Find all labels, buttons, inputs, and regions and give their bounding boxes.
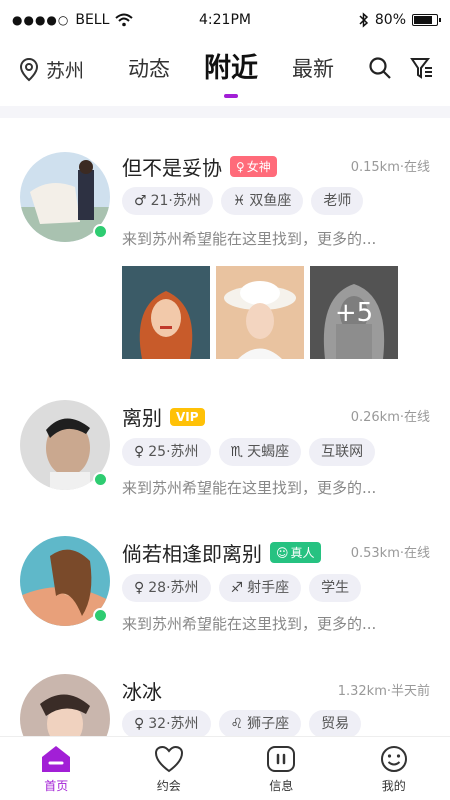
heart-icon xyxy=(154,745,183,773)
user-bio: 来到苏州希望能在这里找到，更多的... xyxy=(122,230,377,248)
user-bio: 来到苏州希望能在这里找到，更多的... xyxy=(122,479,377,497)
carrier: BELL xyxy=(75,12,110,28)
vip-badge: VIP xyxy=(170,407,205,426)
female-icon: ♀ xyxy=(134,444,145,460)
zodiac-tag: ♏ 天蝎座 xyxy=(218,438,302,466)
album-photo[interactable]: +5 xyxy=(310,266,398,359)
battery-percent: 80% xyxy=(374,12,406,28)
verified-badge: ☺ 真人 xyxy=(270,542,321,563)
tab-latest[interactable]: 最新 xyxy=(292,46,334,92)
goddess-icon: ♀ xyxy=(236,159,245,174)
top-header: 苏州 动态 附近 最新 xyxy=(0,40,450,100)
active-tab-indicator xyxy=(224,94,238,98)
battery-icon xyxy=(412,14,441,26)
user-name: 倘若相逢即离别 xyxy=(122,542,262,566)
nav-messages[interactable]: 信息 xyxy=(246,745,316,794)
tag-list: ♀ 25·苏州 ♏ 天蝎座 互联网 xyxy=(122,438,376,466)
nav-home[interactable]: 首页 xyxy=(21,745,91,794)
location-selector[interactable]: 苏州 xyxy=(20,56,84,83)
user-bio: 来到苏州希望能在这里找到，更多的... xyxy=(122,615,377,633)
more-photos-count[interactable]: +5 xyxy=(310,266,398,359)
message-icon xyxy=(267,746,296,772)
filter-icon[interactable] xyxy=(410,56,434,80)
male-icon: ♂ xyxy=(134,193,147,209)
smiley-icon xyxy=(380,746,407,772)
home-icon xyxy=(42,746,71,772)
bluetooth-icon xyxy=(359,12,368,28)
album-photo[interactable] xyxy=(122,266,210,359)
online-indicator xyxy=(93,472,108,487)
user-name: 离别 xyxy=(122,406,162,430)
distance-status: 1.32km·半天前 xyxy=(337,684,430,699)
tab-nearby[interactable]: 附近 xyxy=(204,46,258,98)
user-name: 冰冰 xyxy=(122,680,162,704)
album-photo[interactable] xyxy=(216,266,304,359)
age-city-tag: ♀ 28·苏州 xyxy=(122,574,211,602)
occupation-tag: 学生 xyxy=(309,574,362,602)
online-indicator xyxy=(93,608,108,623)
search-icon[interactable] xyxy=(368,56,392,80)
tag-list: ♀ 28·苏州 ♐ 射手座 学生 xyxy=(122,574,362,602)
online-indicator xyxy=(93,224,108,239)
age-city-tag: ♀ 25·苏州 xyxy=(122,438,211,466)
sagittarius-icon: ♐ xyxy=(230,580,244,596)
goddess-badge: ♀ 女神 xyxy=(230,156,277,177)
female-icon: ♀ xyxy=(134,716,145,732)
distance-status: 0.53km·在线 xyxy=(350,546,430,561)
nav-dating[interactable]: 约会 xyxy=(134,745,204,794)
location-label: 苏州 xyxy=(46,60,85,82)
photo-album: +5 xyxy=(122,266,398,359)
section-divider xyxy=(0,106,450,118)
zodiac-tag: ♌ 狮子座 xyxy=(218,710,302,738)
distance-status: 0.26km·在线 xyxy=(350,410,430,425)
occupation-tag: 互联网 xyxy=(309,438,376,466)
distance-status: 0.15km·在线 xyxy=(350,160,430,175)
zodiac-tag: ♐ 射手座 xyxy=(218,574,302,602)
location-pin-icon xyxy=(20,57,38,81)
status-bar: ●●●●○ BELL 4:21PM 80% xyxy=(0,0,450,40)
leo-icon: ♌ xyxy=(230,716,244,732)
scorpio-icon: ♏ xyxy=(230,444,244,460)
tag-list: ♂ 21·苏州 ♓ 双鱼座 老师 xyxy=(122,187,364,215)
user-name: 但不是妥协 xyxy=(122,156,222,180)
wifi-icon xyxy=(115,13,134,27)
feed-tabs: 动态 附近 最新 xyxy=(128,46,334,98)
pisces-icon: ♓ xyxy=(232,193,246,209)
occupation-tag: 贸易 xyxy=(309,710,362,738)
signal-icon: ●●●●○ xyxy=(12,13,70,27)
bottom-nav: 首页 约会 信息 我的 xyxy=(0,736,450,800)
battery-level xyxy=(414,16,432,24)
tag-list: ♀ 32·苏州 ♌ 狮子座 贸易 xyxy=(122,710,362,738)
zodiac-tag: ♓ 双鱼座 xyxy=(220,187,304,215)
age-city-tag: ♂ 21·苏州 xyxy=(122,187,213,215)
verified-icon: ☺ xyxy=(276,545,289,560)
female-icon: ♀ xyxy=(134,580,145,596)
age-city-tag: ♀ 32·苏州 xyxy=(122,710,211,738)
occupation-tag: 老师 xyxy=(311,187,364,215)
nav-profile[interactable]: 我的 xyxy=(359,745,429,794)
tab-moments[interactable]: 动态 xyxy=(128,46,170,92)
